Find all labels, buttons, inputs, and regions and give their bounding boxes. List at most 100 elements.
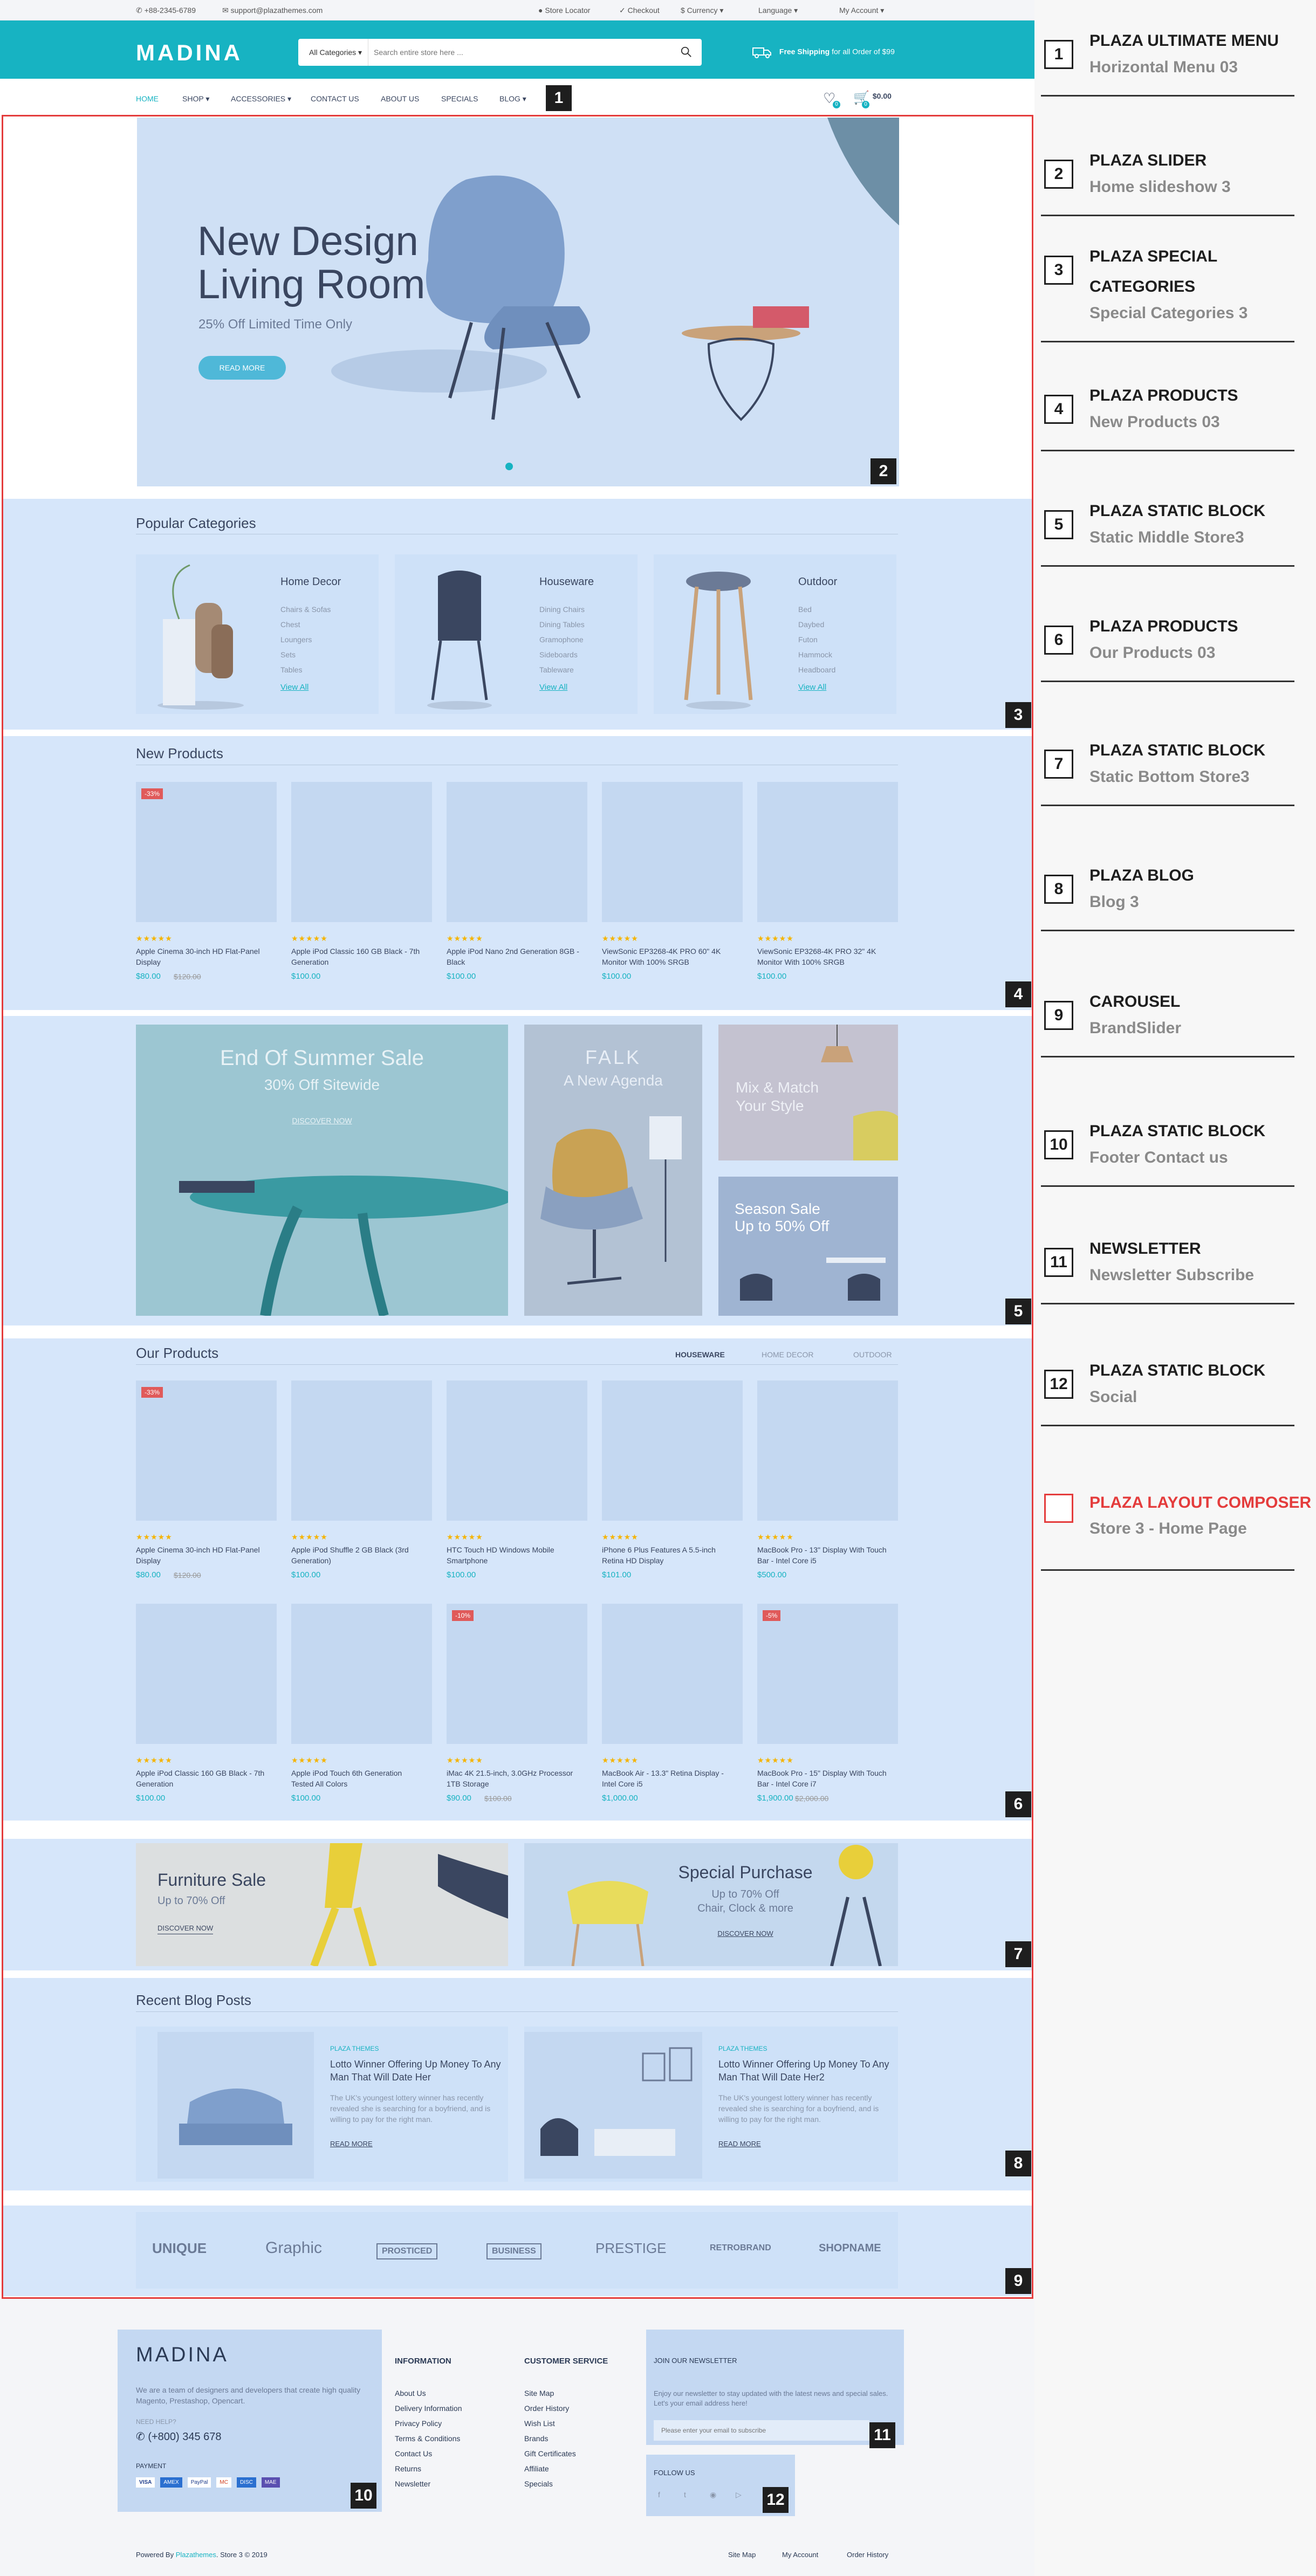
module-title: PLAZA PRODUCTS xyxy=(1089,387,1238,404)
newsletter-title: JOIN OUR NEWSLETTER xyxy=(654,2357,737,2365)
legend-divider xyxy=(1041,1185,1294,1187)
instagram-icon[interactable]: ◉ xyxy=(710,2490,716,2499)
footer-bottom-link[interactable]: Order History xyxy=(847,2551,888,2559)
twitter-icon[interactable]: t xyxy=(684,2490,686,2499)
info-title: INFORMATION xyxy=(395,2357,451,2366)
module-subtitle: Social xyxy=(1089,1388,1137,1406)
top-bar: ✆ +88-2345-6789 ✉ support@plazathemes.co… xyxy=(0,0,1034,20)
currency-dropdown[interactable]: $ Currency ▾ xyxy=(681,6,723,15)
search-icon[interactable] xyxy=(680,46,692,58)
nav-accessories[interactable]: ACCESSORIES ▾ xyxy=(231,94,291,104)
cart-button[interactable]: 🛒 0 $0.00 xyxy=(853,90,892,108)
layout-composer-frame xyxy=(2,115,1033,2299)
nav-shop[interactable]: SHOP ▾ xyxy=(182,94,209,104)
legend-divider xyxy=(1041,341,1294,342)
footer-link[interactable]: Privacy Policy xyxy=(395,2419,442,2428)
module-number-box: 10 xyxy=(1044,1130,1073,1159)
footer-link[interactable]: Specials xyxy=(524,2479,553,2488)
module-number-box: 11 xyxy=(1044,1248,1073,1277)
footer-phone-number: (+800) 345 678 xyxy=(148,2431,222,2443)
newsletter-text: Enjoy our newsletter to stay updated wit… xyxy=(654,2389,888,2407)
youtube-icon[interactable]: ▷ xyxy=(736,2490,742,2499)
module-number-box: 8 xyxy=(1044,875,1073,904)
module-title: CAROUSEL xyxy=(1089,993,1181,1011)
footer-link[interactable]: Returns xyxy=(395,2464,421,2473)
module-title: PLAZA PRODUCTS xyxy=(1089,617,1238,635)
module-subtitle: Home slideshow 3 xyxy=(1089,178,1231,196)
discover-icon: DISC xyxy=(236,2477,256,2488)
site-logo[interactable]: MADINA xyxy=(136,40,243,66)
footer-about: We are a team of designers and developer… xyxy=(136,2386,361,2405)
footer-link[interactable]: Affiliate xyxy=(524,2464,549,2473)
newsletter-email-input[interactable] xyxy=(654,2420,869,2441)
mastercard-icon: MC xyxy=(216,2477,231,2488)
nav-specials[interactable]: SPECIALS xyxy=(441,94,478,103)
wishlist-button[interactable]: ♡ 0 xyxy=(823,90,840,108)
facebook-icon[interactable]: f xyxy=(658,2490,660,2499)
language-dropdown[interactable]: Language ▾ xyxy=(758,6,798,15)
copyright-prefix: Powered By xyxy=(136,2551,176,2559)
nav-blog-label: BLOG xyxy=(499,94,520,103)
footer-contact-block: MADINA We are a team of designers and de… xyxy=(118,2330,382,2512)
nav-blog[interactable]: BLOG ▾ xyxy=(499,94,526,104)
footer-link[interactable]: Site Map xyxy=(524,2389,554,2398)
footer-phone: ✆ (+800) 345 678 xyxy=(136,2430,222,2443)
nav-shop-label: SHOP xyxy=(182,94,204,103)
footer-link[interactable]: About Us xyxy=(395,2389,426,2398)
free-shipping-notice: Free Shipping for all Order of $99 xyxy=(752,46,895,58)
truck-icon xyxy=(752,47,771,58)
footer-bottom-link[interactable]: My Account xyxy=(782,2551,818,2559)
footer-link[interactable]: Brands xyxy=(524,2434,548,2443)
module-subtitle: Special Categories 3 xyxy=(1089,304,1248,322)
module-subtitle: Static Bottom Store3 xyxy=(1089,768,1250,786)
module-number-box: 12 xyxy=(1044,1370,1073,1399)
phone-icon: ✆ xyxy=(136,2431,145,2443)
footer-link[interactable]: Delivery Information xyxy=(395,2404,462,2413)
legend-divider xyxy=(1041,681,1294,682)
legend-divider xyxy=(1041,215,1294,216)
copyright-brand-link[interactable]: Plazathemes xyxy=(176,2551,216,2559)
store-locator-link[interactable]: ● Store Locator xyxy=(538,6,590,15)
nav-contact[interactable]: CONTACT US xyxy=(311,94,359,103)
footer-link[interactable]: Newsletter xyxy=(395,2479,430,2488)
footer-link[interactable]: Wish List xyxy=(524,2419,555,2428)
module-marker-11: 11 xyxy=(869,2422,895,2448)
copyright: Powered By Plazathemes. Store 3 © 2019 xyxy=(136,2551,268,2559)
module-marker-10: 10 xyxy=(351,2483,376,2509)
customer-service-title: CUSTOMER SERVICE xyxy=(524,2357,608,2366)
cart-total: $0.00 xyxy=(872,92,892,100)
legend-divider xyxy=(1041,930,1294,931)
shipping-rest: for all Order of $99 xyxy=(832,47,895,56)
need-help-label: NEED HELP? xyxy=(136,2418,176,2426)
nav-home[interactable]: HOME xyxy=(136,94,159,103)
footer-logo[interactable]: MADINA xyxy=(136,2344,229,2367)
footer-link[interactable]: Contact Us xyxy=(395,2449,432,2458)
module-subtitle: Blog 3 xyxy=(1089,893,1139,911)
footer-link[interactable]: Terms & Conditions xyxy=(395,2434,460,2443)
my-account-dropdown[interactable]: My Account ▾ xyxy=(839,6,884,15)
module-number-box: 3 xyxy=(1044,256,1073,285)
module-number-box: 4 xyxy=(1044,395,1073,424)
footer-link[interactable]: Gift Certificates xyxy=(524,2449,576,2458)
footer-link[interactable]: Order History xyxy=(524,2404,569,2413)
follow-us-label: FOLLOW US xyxy=(654,2469,695,2477)
composer-marker xyxy=(1044,1494,1073,1523)
maestro-icon: MAE xyxy=(261,2477,280,2488)
legend-divider xyxy=(1041,1569,1294,1571)
email-link[interactable]: ✉ support@plazathemes.com xyxy=(222,6,323,15)
module-marker-1: 1 xyxy=(546,85,572,111)
nav-about[interactable]: ABOUT US xyxy=(381,94,419,103)
legend-divider xyxy=(1041,565,1294,567)
legend-divider xyxy=(1041,450,1294,451)
category-select[interactable]: All Categories ▾ xyxy=(298,39,368,66)
module-subtitle: Newsletter Subscribe xyxy=(1089,1266,1255,1284)
search-input[interactable] xyxy=(374,39,654,66)
composer-subtitle: Store 3 - Home Page xyxy=(1089,1520,1247,1537)
main-nav: HOME SHOP ▾ ACCESSORIES ▾ CONTACT US ABO… xyxy=(119,83,901,115)
checkout-link[interactable]: ✓ Checkout xyxy=(619,6,660,15)
module-subtitle: Horizontal Menu 03 xyxy=(1089,58,1238,76)
module-number-box: 6 xyxy=(1044,626,1073,655)
page-root: { "topbar": {"phone": "+88-2345-6789", "… xyxy=(0,0,1316,2576)
module-number-box: 2 xyxy=(1044,160,1073,189)
footer-bottom-link[interactable]: Site Map xyxy=(728,2551,756,2559)
